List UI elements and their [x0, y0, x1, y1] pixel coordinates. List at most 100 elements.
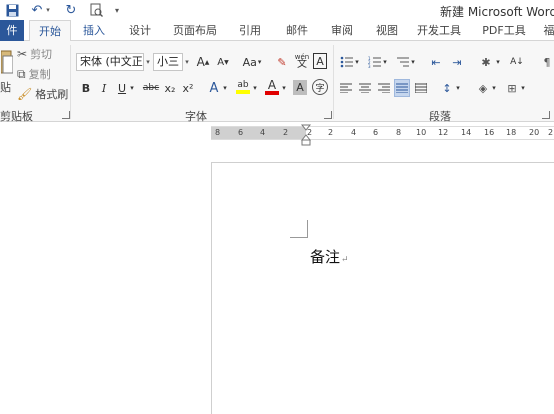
- character-border-button[interactable]: A: [313, 53, 327, 69]
- ruler-number: 12: [438, 128, 449, 137]
- font-color-bar: [265, 90, 279, 95]
- ruler-number: 4: [351, 128, 357, 137]
- borders-dropdown-icon[interactable]: ▾: [519, 79, 527, 97]
- ruler-number: 6: [238, 128, 244, 137]
- shading-icon[interactable]: ◈: [476, 79, 490, 97]
- strikethrough-button[interactable]: abc: [142, 79, 160, 97]
- grow-font-button[interactable]: A ▲: [196, 53, 210, 71]
- tab-layout[interactable]: 页面布局: [170, 20, 220, 41]
- tab-home[interactable]: 开始: [29, 20, 71, 42]
- ruler-number: 2: [328, 128, 334, 137]
- ruler-number: 8: [396, 128, 402, 137]
- format-painter-button[interactable]: 🖌 格式刷: [17, 86, 68, 102]
- ruler-number: 8: [215, 128, 221, 137]
- change-case-glyph: Aa: [242, 55, 257, 69]
- decrease-indent-icon[interactable]: ⇤: [429, 53, 443, 71]
- borders-icon[interactable]: ⊞: [505, 79, 519, 97]
- ruler-number: 2: [283, 128, 289, 137]
- font-color-button[interactable]: A: [264, 77, 280, 97]
- sort-button[interactable]: A↓: [510, 53, 524, 71]
- tab-file[interactable]: 件: [0, 20, 24, 41]
- underline-dropdown-icon[interactable]: ▾: [128, 79, 136, 97]
- tab-review[interactable]: 审阅: [324, 20, 360, 41]
- tab-references[interactable]: 引用: [232, 20, 268, 41]
- tab-insert[interactable]: 插入: [76, 20, 112, 41]
- distributed-icon[interactable]: [414, 79, 428, 97]
- bold-button[interactable]: B: [80, 79, 92, 97]
- multilevel-dropdown-icon[interactable]: ▾: [409, 53, 417, 71]
- font-name-box[interactable]: 宋体 (中文正文: [76, 53, 144, 71]
- numbering-icon[interactable]: 123: [367, 53, 381, 71]
- line-spacing-dropdown-icon[interactable]: ▾: [454, 79, 462, 97]
- undo-icon[interactable]: ↶: [30, 2, 44, 18]
- highlight-dropdown-icon[interactable]: ▾: [251, 79, 259, 97]
- character-shading-button[interactable]: A: [293, 80, 307, 95]
- font-size-box[interactable]: 小三: [153, 53, 183, 71]
- ribbon-tabs: 件 开始 插入 设计 页面布局 引用 邮件 审阅 视图 开发工具 PDF工具 福: [0, 20, 554, 42]
- font-color-dropdown-icon[interactable]: ▾: [280, 79, 288, 97]
- tab-developer[interactable]: 开发工具: [415, 20, 463, 41]
- tab-pdf-tools[interactable]: PDF工具: [479, 20, 529, 41]
- copy-icon: ⧉: [17, 66, 26, 81]
- tab-mailings[interactable]: 邮件: [279, 20, 315, 41]
- highlight-glyph: ab: [237, 79, 249, 90]
- align-left-icon[interactable]: [339, 79, 353, 97]
- subscript-button[interactable]: x₂: [163, 79, 177, 97]
- font-launcher-icon[interactable]: [324, 111, 332, 119]
- bullets-icon[interactable]: [339, 53, 353, 71]
- justify-icon[interactable]: [394, 79, 410, 97]
- bullets-dropdown-icon[interactable]: ▾: [353, 53, 361, 71]
- clear-formatting-icon[interactable]: ✎: [274, 53, 290, 71]
- increase-indent-icon[interactable]: ⇥: [450, 53, 464, 71]
- group-separator: [70, 45, 71, 119]
- align-right-icon[interactable]: [377, 79, 391, 97]
- show-marks-icon[interactable]: ¶: [540, 53, 554, 71]
- font-size-dropdown-icon[interactable]: ▾: [182, 53, 192, 71]
- shading-dropdown-icon[interactable]: ▾: [490, 79, 498, 97]
- paste-icon[interactable]: [0, 45, 14, 79]
- italic-button[interactable]: I: [98, 79, 110, 97]
- text-effects-button[interactable]: A: [207, 79, 221, 97]
- print-preview-icon[interactable]: [88, 2, 104, 18]
- ruler-left-margin: [211, 127, 306, 139]
- chinese-layout-dropdown-icon[interactable]: ▾: [494, 53, 502, 71]
- font-name-dropdown-icon[interactable]: ▾: [143, 53, 153, 71]
- clipboard-launcher-icon[interactable]: [62, 111, 70, 119]
- numbering-dropdown-icon[interactable]: ▾: [381, 53, 389, 71]
- superscript-button[interactable]: x²: [181, 79, 195, 97]
- chinese-layout-icon[interactable]: ✱: [478, 53, 494, 71]
- svg-text:3: 3: [368, 64, 371, 68]
- shrink-font-button[interactable]: A ▼: [216, 53, 230, 71]
- multilevel-list-icon[interactable]: [395, 53, 409, 71]
- text-effects-dropdown-icon[interactable]: ▾: [221, 79, 229, 97]
- group-separator: [333, 45, 334, 119]
- highlight-button[interactable]: ab: [235, 77, 251, 97]
- customize-quick-access-icon[interactable]: ▾: [112, 2, 122, 18]
- brush-icon: 🖌: [17, 87, 33, 101]
- cut-button[interactable]: ✂ 剪切: [17, 46, 52, 62]
- document-body-text[interactable]: 备注↵: [310, 246, 349, 267]
- paste-label[interactable]: 贴: [0, 79, 11, 95]
- document-page[interactable]: [211, 162, 554, 414]
- copy-button[interactable]: ⧉ 复制: [17, 66, 51, 82]
- ruler-number: 6: [373, 128, 379, 137]
- enclose-characters-button[interactable]: 字: [312, 79, 328, 95]
- undo-dropdown-icon[interactable]: ▾: [44, 2, 52, 18]
- tab-more[interactable]: 福: [542, 20, 554, 41]
- change-case-button[interactable]: Aa ▾: [240, 53, 264, 71]
- align-center-icon[interactable]: [358, 79, 372, 97]
- underline-button[interactable]: U: [116, 79, 128, 97]
- highlight-color-bar: [236, 89, 250, 94]
- format-painter-label: 格式刷: [35, 88, 69, 101]
- paragraph-launcher-icon[interactable]: [542, 111, 550, 119]
- phonetic-guide-button[interactable]: wén 文: [293, 51, 311, 71]
- tab-view[interactable]: 视图: [369, 20, 405, 41]
- indent-marker-icon[interactable]: [300, 124, 312, 146]
- redo-icon[interactable]: ↻: [64, 2, 78, 18]
- ruler-number: 4: [260, 128, 266, 137]
- shrink-font-glyph: A: [217, 56, 225, 68]
- line-spacing-icon[interactable]: ↕: [440, 79, 454, 97]
- horizontal-ruler[interactable]: 8 6 4 2 2 2 4 6 8 10 12 14 16 18 20 2: [211, 126, 554, 140]
- tab-design[interactable]: 设计: [122, 20, 158, 41]
- save-icon[interactable]: [4, 2, 20, 18]
